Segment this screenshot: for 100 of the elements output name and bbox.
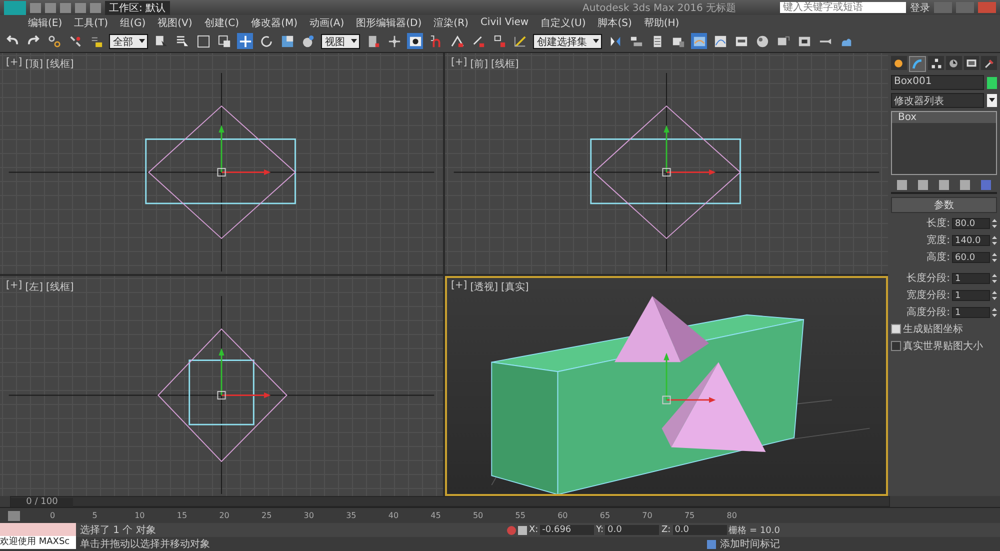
viewport[interactable]: [+] [左] [线框] bbox=[0, 276, 443, 496]
stack-tool-icon[interactable] bbox=[960, 180, 970, 190]
menu-item[interactable]: 脚本(S) bbox=[598, 16, 632, 30]
motion-icon bbox=[948, 58, 960, 68]
toolbar-dropdown[interactable]: 创建选择集 bbox=[533, 34, 602, 48]
menu-item[interactable]: 渲染(R) bbox=[434, 16, 468, 30]
curve-tool-button[interactable] bbox=[712, 33, 728, 49]
window-tool-button[interactable] bbox=[216, 33, 232, 49]
hierarchy-tab[interactable] bbox=[928, 56, 944, 70]
menu-item[interactable]: 帮助(H) bbox=[644, 16, 680, 30]
viewport[interactable]: [+] [顶] [线框] bbox=[0, 53, 443, 274]
param-field[interactable]: 80.0 bbox=[952, 218, 990, 228]
param-field[interactable]: 60.0 bbox=[952, 252, 990, 262]
param-field[interactable]: 1 bbox=[952, 272, 990, 284]
stack-item[interactable]: Box bbox=[892, 112, 996, 123]
x-coordinate-field[interactable]: -0.696 bbox=[540, 525, 594, 535]
object-color-swatch[interactable] bbox=[987, 76, 997, 88]
scale-icon bbox=[280, 34, 294, 48]
viewport-label[interactable]: [前] bbox=[470, 57, 488, 71]
checkbox[interactable] bbox=[891, 324, 901, 334]
utilities-tab[interactable] bbox=[981, 56, 998, 70]
frame-tick-label: 55 bbox=[515, 511, 526, 520]
menu-item[interactable]: 创建(C) bbox=[204, 16, 240, 30]
viewport-label[interactable]: [透视] bbox=[470, 280, 498, 294]
checkbox[interactable] bbox=[891, 341, 901, 351]
transform-gizmo[interactable] bbox=[217, 125, 271, 176]
param-field[interactable]: 1 bbox=[952, 290, 990, 300]
viewport-label[interactable]: [真实] bbox=[501, 280, 529, 294]
y-coordinate-field[interactable]: 0.0 bbox=[605, 525, 660, 535]
transform-gizmo[interactable] bbox=[662, 125, 716, 176]
select-tool-button[interactable] bbox=[153, 33, 169, 49]
menu-item[interactable]: 修改器(M) bbox=[251, 16, 298, 30]
login-link[interactable]: 登录 bbox=[910, 0, 930, 14]
lock-icon[interactable] bbox=[518, 526, 527, 534]
x-coordinate-label: X: bbox=[528, 525, 538, 535]
add-time-tag-button[interactable]: 添加时间标记 bbox=[720, 537, 780, 551]
viewport[interactable]: [+] [透视] [真实] bbox=[445, 276, 888, 496]
motion-tab[interactable] bbox=[946, 56, 962, 70]
time-slider-thumb[interactable]: 0 / 100 bbox=[11, 498, 73, 507]
workspace-dropdown[interactable]: 工作区: 默认 bbox=[105, 0, 170, 14]
create-tab[interactable] bbox=[891, 56, 907, 70]
move-tool-button[interactable] bbox=[237, 33, 253, 49]
region-tool-button[interactable] bbox=[195, 33, 211, 49]
toolbar-dropdown[interactable]: 视图 bbox=[321, 34, 360, 48]
menu-item[interactable]: Civil View bbox=[480, 17, 529, 28]
select-icon bbox=[154, 34, 168, 48]
viewport-label[interactable]: [+] bbox=[6, 57, 22, 71]
dropdown-button[interactable] bbox=[987, 94, 997, 107]
param-label: 高度: bbox=[926, 250, 950, 264]
display-icon bbox=[966, 58, 978, 68]
frame-tick-label: 80 bbox=[726, 511, 738, 520]
transform-gizmo[interactable] bbox=[217, 348, 271, 399]
viewport-label[interactable]: [左] bbox=[25, 280, 43, 294]
time-tag-icon[interactable] bbox=[707, 540, 716, 548]
menu-item[interactable]: 动画(A) bbox=[310, 16, 344, 30]
viewport-label[interactable]: [+] bbox=[451, 57, 468, 71]
z-coordinate-field[interactable]: 0.0 bbox=[672, 525, 727, 535]
modify-tab[interactable] bbox=[908, 56, 926, 72]
menu-item[interactable]: 视图(V) bbox=[158, 16, 192, 30]
param-field[interactable]: 140.0 bbox=[952, 234, 990, 246]
maxscript-input[interactable] bbox=[0, 523, 76, 536]
menu-item[interactable]: 工具(T) bbox=[74, 16, 108, 30]
prompt-message: 单击并拖动以选择并移动对象 bbox=[80, 538, 210, 551]
frame-tick-label: 60 bbox=[558, 511, 569, 520]
toolbar-dropdown[interactable]: 全部 bbox=[109, 34, 148, 48]
menu-item[interactable]: 组(G) bbox=[120, 16, 146, 30]
object-name-field[interactable]: Box001 bbox=[891, 75, 984, 90]
menu-item[interactable]: 图形编辑器(D) bbox=[356, 16, 422, 30]
menu-item[interactable]: 编辑(E) bbox=[28, 16, 62, 30]
undo-icon bbox=[6, 34, 18, 48]
checkbox-label[interactable]: 生成贴图坐标 bbox=[903, 322, 963, 336]
stack-tool-icon[interactable] bbox=[896, 180, 907, 190]
time-slider-track[interactable]: 0 / 100 bbox=[10, 496, 890, 507]
material-tool-button[interactable] bbox=[754, 33, 770, 49]
list-tool-button[interactable] bbox=[174, 33, 190, 49]
viewport-label[interactable]: [线框] bbox=[46, 57, 74, 71]
rollout-header[interactable]: 参数 bbox=[891, 197, 997, 213]
menu-item[interactable]: 自定义(U) bbox=[540, 16, 586, 30]
param-field[interactable]: 1 bbox=[952, 306, 990, 318]
status-message: 选择了 1 个 对象 bbox=[80, 524, 156, 537]
track-bar-icon[interactable] bbox=[8, 510, 20, 520]
stack-tool-icon[interactable] bbox=[938, 180, 949, 190]
viewport-label[interactable]: [+] bbox=[6, 280, 22, 294]
maxscript-output: 欢迎使用 MAXSc bbox=[0, 536, 76, 549]
rotate-tool-button[interactable] bbox=[258, 33, 274, 49]
grid-size-text: 栅格 = 10.0 bbox=[728, 524, 780, 536]
link-tool-button[interactable] bbox=[46, 33, 62, 49]
modifier-list-dropdown[interactable]: 修改器列表 bbox=[891, 93, 984, 108]
param-label: 宽度分段: bbox=[906, 288, 950, 302]
frame-tick-label: 25 bbox=[261, 511, 273, 520]
stack-tool-icon[interactable] bbox=[918, 180, 928, 190]
viewport-label[interactable]: [线框] bbox=[46, 280, 74, 294]
viewport-label[interactable]: [线框] bbox=[491, 57, 519, 71]
scale-tool-button[interactable] bbox=[279, 33, 295, 49]
checkbox-label[interactable]: 真实世界贴图大小 bbox=[903, 339, 983, 353]
viewport-label[interactable]: [顶] bbox=[25, 57, 43, 71]
viewport[interactable]: [+] [前] [线框] bbox=[445, 53, 888, 274]
frame-tick-label: 35 bbox=[346, 511, 358, 520]
display-tab[interactable] bbox=[964, 56, 980, 70]
viewport-label[interactable]: [+] bbox=[451, 280, 468, 294]
